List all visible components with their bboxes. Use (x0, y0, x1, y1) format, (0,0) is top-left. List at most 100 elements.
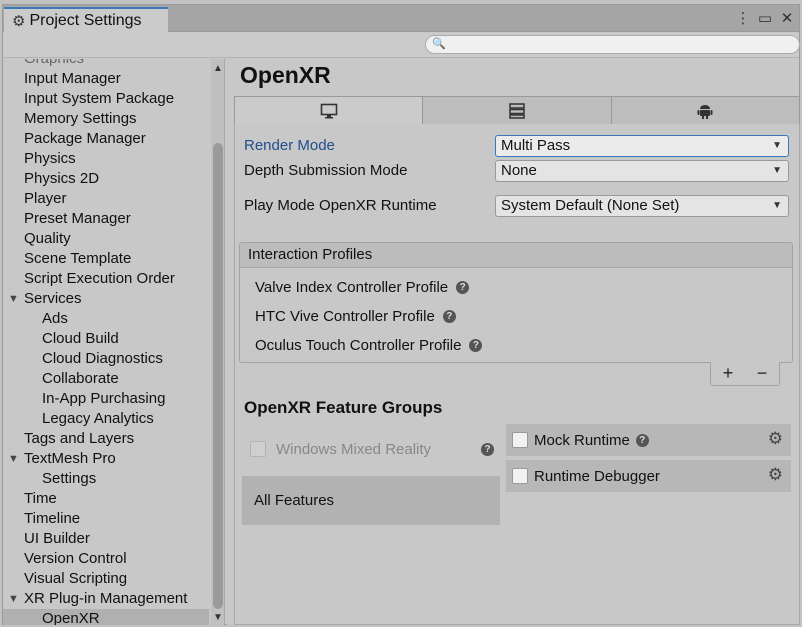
sidebar-item[interactable]: OpenXR (3, 609, 209, 625)
feature-mock-runtime: Mock Runtime ? ⚙ (506, 424, 791, 456)
project-settings-tab[interactable]: ⚙ Project Settings (4, 7, 168, 33)
sidebar-item[interactable]: Version Control (3, 549, 209, 569)
interaction-profiles-panel: Interaction Profiles Valve Index Control… (239, 242, 793, 363)
play-mode-runtime-label: Play Mode OpenXR Runtime (244, 197, 437, 214)
sidebar-item[interactable]: UI Builder (3, 529, 209, 549)
sidebar-item[interactable]: Memory Settings (3, 109, 209, 129)
remove-profile-button[interactable]: − (757, 363, 768, 384)
sidebar-item[interactable]: Script Execution Order (3, 269, 209, 289)
sidebar-item[interactable]: Visual Scripting (3, 569, 209, 589)
all-features-item[interactable]: All Features (242, 476, 500, 525)
sidebar-item[interactable]: Physics (3, 149, 209, 169)
gear-icon[interactable]: ⚙ (768, 465, 783, 485)
expand-triangle-icon[interactable]: ▼ (8, 449, 19, 469)
tab-standalone[interactable] (235, 97, 424, 124)
sidebar-item-label: Settings (42, 470, 97, 487)
help-icon[interactable]: ? (481, 443, 494, 456)
main-panel: OpenXR Render Mode Multi Pass ▼ Depth Su… (227, 59, 800, 625)
sidebar-item[interactable]: Tags and Layers (3, 429, 209, 449)
feature-groups-title: OpenXR Feature Groups (244, 398, 443, 417)
depth-submission-dropdown[interactable]: None ▼ (495, 160, 789, 182)
expand-triangle-icon[interactable]: ▼ (8, 589, 19, 609)
depth-submission-value: None (501, 162, 537, 179)
sidebar-item-label: Memory Settings (24, 110, 137, 127)
page-title: OpenXR (240, 62, 331, 88)
sidebar-item-label: OpenXR (42, 610, 100, 625)
sidebar-item-label: Player (24, 190, 67, 207)
sidebar-item-label: Physics 2D (24, 170, 100, 187)
sidebar-item[interactable]: Preset Manager (3, 209, 209, 229)
expand-triangle-icon[interactable]: ▼ (8, 289, 19, 309)
profile-item[interactable]: HTC Vive Controller Profile ? (255, 305, 456, 327)
sidebar-item-label: Cloud Build (42, 330, 119, 347)
profile-item[interactable]: Oculus Touch Controller Profile ? (255, 334, 483, 356)
sidebar-item-label: Graphics (24, 59, 84, 67)
sidebar-item[interactable]: ▼ TextMesh Pro (3, 449, 209, 469)
sidebar-item[interactable]: Player (3, 189, 209, 209)
scroll-thumb[interactable] (213, 143, 223, 609)
feature-runtime-debugger: Runtime Debugger ⚙ (506, 460, 791, 492)
mock-runtime-checkbox[interactable] (512, 432, 528, 448)
sidebar-item-label: Legacy Analytics (42, 410, 154, 427)
sidebar-item[interactable]: Time (3, 489, 209, 509)
feature-group-windows-mr: Windows Mixed Reality ? (242, 424, 500, 474)
runtime-debugger-checkbox[interactable] (512, 468, 528, 484)
sidebar-item[interactable]: Timeline (3, 509, 209, 529)
window-tab-bar: ⚙ Project Settings ⋮ ▭ ✕ (3, 5, 799, 33)
sidebar-item[interactable]: Settings (3, 469, 209, 489)
help-icon[interactable]: ? (469, 338, 483, 352)
server-icon (509, 102, 525, 119)
runtime-debugger-label: Runtime Debugger (534, 467, 660, 485)
windows-mr-checkbox (250, 441, 266, 457)
sidebar-item-label: TextMesh Pro (24, 450, 116, 467)
sidebar-item[interactable]: Cloud Diagnostics (3, 349, 209, 369)
windows-mr-label: Windows Mixed Reality (276, 440, 432, 458)
search-input[interactable]: 🔍 (425, 35, 800, 54)
more-vert-icon[interactable]: ⋮ (735, 9, 751, 27)
sidebar-item[interactable]: Ads (3, 309, 209, 329)
maximize-icon[interactable]: ▭ (757, 9, 773, 27)
profile-item[interactable]: Valve Index Controller Profile ? (255, 276, 470, 298)
monitor-icon (320, 103, 337, 118)
scroll-up-icon[interactable]: ▲ (213, 63, 223, 74)
sidebar-item-label: Package Manager (24, 130, 146, 147)
sidebar-item[interactable]: Package Manager (3, 129, 209, 149)
sidebar-item-label: Cloud Diagnostics (42, 350, 163, 367)
mock-runtime-label: Mock Runtime (534, 431, 630, 449)
sidebar-scrollbar[interactable]: ▲ ▼ (211, 59, 224, 625)
tab-server[interactable] (423, 97, 612, 124)
render-mode-dropdown[interactable]: Multi Pass ▼ (495, 135, 789, 157)
sidebar-item[interactable]: Quality (3, 229, 209, 249)
sidebar-item[interactable]: Collaborate (3, 369, 209, 389)
sidebar-item[interactable]: Graphics (3, 59, 209, 69)
search-row: 🔍 (3, 33, 800, 58)
sidebar-item[interactable]: Cloud Build (3, 329, 209, 349)
help-icon[interactable]: ? (456, 280, 470, 294)
sidebar-item[interactable]: In-App Purchasing (3, 389, 209, 409)
sidebar-item[interactable]: Physics 2D (3, 169, 209, 189)
depth-submission-row: Depth Submission Mode None ▼ (244, 160, 792, 182)
sidebar-item[interactable]: ▼ XR Plug-in Management (3, 589, 209, 609)
sidebar-item-label: Time (24, 490, 57, 507)
sidebar-item[interactable]: Input System Package (3, 89, 209, 109)
sidebar-item[interactable]: ▼ Services (3, 289, 209, 309)
add-profile-button[interactable]: + (723, 363, 734, 384)
sidebar-item[interactable]: Scene Template (3, 249, 209, 269)
sidebar-item-label: Collaborate (42, 370, 119, 387)
gear-icon[interactable]: ⚙ (768, 429, 783, 449)
close-icon[interactable]: ✕ (779, 9, 795, 27)
settings-sidebar: Graphics Input Manager Input System Packag… (3, 59, 225, 625)
sidebar-item[interactable]: Legacy Analytics (3, 409, 209, 429)
gear-icon: ⚙ (12, 13, 26, 30)
sidebar-item-label: In-App Purchasing (42, 390, 166, 407)
standalone-settings: Render Mode Multi Pass ▼ Depth Submissio… (234, 124, 800, 625)
sidebar-item[interactable]: Input Manager (3, 69, 209, 89)
profile-label: Oculus Touch Controller Profile (255, 336, 462, 354)
tab-android[interactable] (611, 97, 799, 124)
help-icon[interactable]: ? (635, 433, 649, 447)
play-mode-runtime-dropdown[interactable]: System Default (None Set) ▼ (495, 195, 789, 217)
render-mode-row: Render Mode Multi Pass ▼ (244, 135, 792, 157)
chevron-down-icon: ▼ (772, 200, 782, 211)
scroll-down-icon[interactable]: ▼ (213, 612, 223, 623)
help-icon[interactable]: ? (442, 309, 456, 323)
